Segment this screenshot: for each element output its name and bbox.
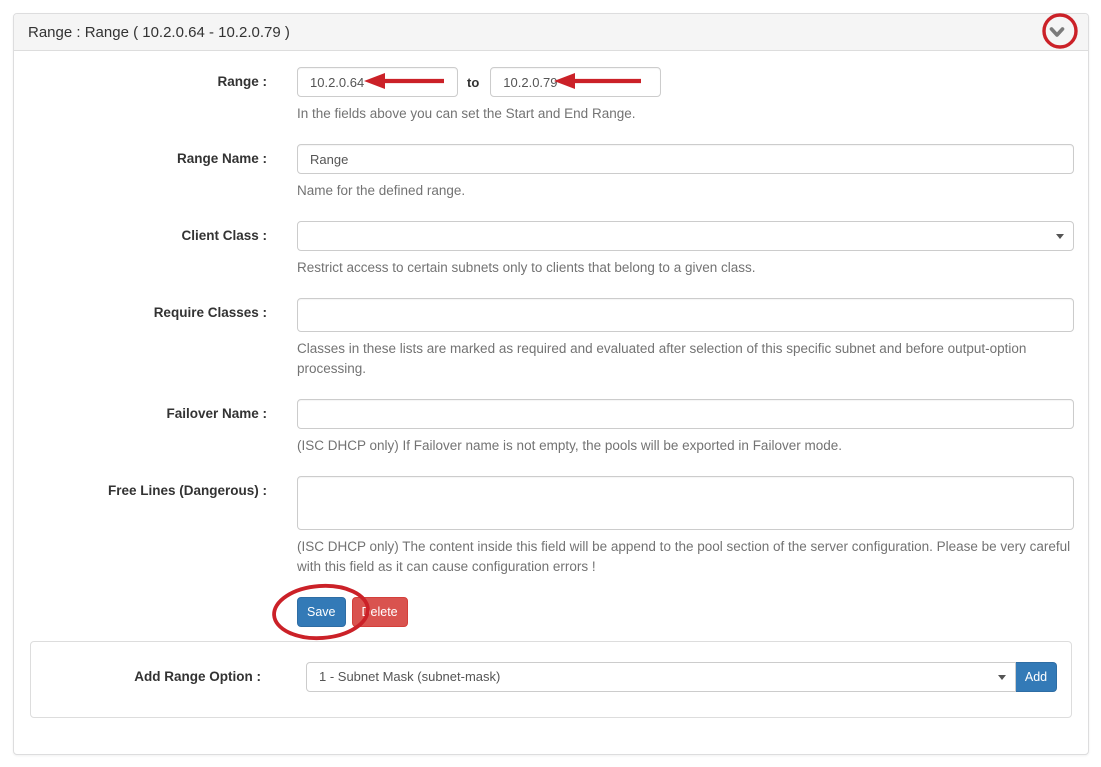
range-start-input[interactable] — [297, 67, 458, 97]
range-option-select[interactable]: 1 - Subnet Mask (subnet-mask) — [306, 662, 1016, 692]
form-row-add-range-option: Add Range Option : 1 - Subnet Mask (subn… — [45, 662, 1057, 692]
range-name-label: Range Name : — [28, 144, 297, 209]
form-row-range: Range : to In the fields above you can s… — [28, 67, 1074, 132]
delete-button[interactable]: Delete — [352, 597, 408, 627]
caret-down-icon — [998, 675, 1006, 680]
client-class-help-text: Restrict access to certain subnets only … — [297, 258, 1074, 278]
form-row-client-class: Client Class : Restrict access to certai… — [28, 221, 1074, 286]
range-label: Range : — [28, 67, 297, 132]
client-class-label: Client Class : — [28, 221, 297, 286]
range-help-text: In the fields above you can set the Star… — [297, 104, 1074, 124]
range-name-input[interactable] — [297, 144, 1074, 174]
collapse-toggle[interactable] — [1048, 25, 1066, 39]
client-class-select[interactable] — [297, 221, 1074, 251]
failover-name-label: Failover Name : — [28, 399, 297, 464]
failover-name-input[interactable] — [297, 399, 1074, 429]
caret-down-icon — [1056, 234, 1064, 239]
panel-body: Range : to In the fields above you can s… — [14, 51, 1088, 718]
form-row-free-lines: Free Lines (Dangerous) : (ISC DHCP only)… — [28, 476, 1074, 585]
panel-title: Range : Range ( 10.2.0.64 - 10.2.0.79 ) — [28, 24, 290, 41]
failover-name-help-text: (ISC DHCP only) If Failover name is not … — [297, 436, 1074, 456]
range-panel: Range : Range ( 10.2.0.64 - 10.2.0.79 ) … — [13, 13, 1089, 755]
require-classes-input[interactable] — [297, 298, 1074, 332]
form-row-range-name: Range Name : Name for the defined range. — [28, 144, 1074, 209]
free-lines-label: Free Lines (Dangerous) : — [28, 476, 297, 585]
form-row-require-classes: Require Classes : Classes in these lists… — [28, 298, 1074, 387]
range-end-input[interactable] — [490, 67, 661, 97]
add-button[interactable]: Add — [1016, 662, 1057, 692]
free-lines-textarea[interactable] — [297, 476, 1074, 530]
range-to-separator: to — [458, 75, 490, 90]
free-lines-help-text: (ISC DHCP only) The content inside this … — [297, 537, 1074, 577]
require-classes-help-text: Classes in these lists are marked as req… — [297, 339, 1074, 379]
panel-header: Range : Range ( 10.2.0.64 - 10.2.0.79 ) — [14, 14, 1088, 51]
form-row-failover-name: Failover Name : (ISC DHCP only) If Failo… — [28, 399, 1074, 464]
range-option-selected-value: 1 - Subnet Mask (subnet-mask) — [319, 669, 500, 684]
range-name-help-text: Name for the defined range. — [297, 181, 1074, 201]
add-range-option-label: Add Range Option : — [45, 662, 306, 692]
form-actions: Save Delete — [297, 597, 1074, 627]
add-range-option-panel: Add Range Option : 1 - Subnet Mask (subn… — [30, 641, 1072, 718]
save-button[interactable]: Save — [297, 597, 346, 627]
require-classes-label: Require Classes : — [28, 298, 297, 387]
page: Range : Range ( 10.2.0.64 - 10.2.0.79 ) … — [0, 0, 1101, 767]
chevron-down-icon — [1049, 27, 1065, 38]
